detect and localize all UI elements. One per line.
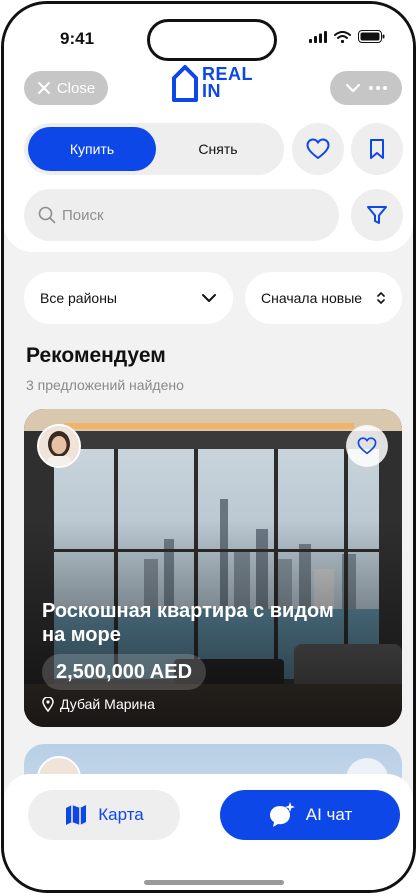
sort-select[interactable]: Сначала новые <box>245 272 402 324</box>
filter-button[interactable] <box>351 189 403 241</box>
district-value: Все районы <box>40 290 117 306</box>
wifi-icon <box>334 30 351 43</box>
close-button[interactable]: Close <box>24 71 108 105</box>
map-button[interactable]: Карта <box>28 790 180 840</box>
home-indicator <box>144 880 284 885</box>
results-count: 3 предложений найдено <box>26 377 184 393</box>
chevron-down-icon <box>202 294 216 302</box>
favorites-button[interactable] <box>292 123 344 175</box>
search-icon <box>38 206 56 224</box>
saved-button[interactable] <box>351 123 403 175</box>
home-outline-icon <box>172 65 198 102</box>
agent-photo <box>39 426 79 466</box>
close-icon <box>37 82 50 94</box>
tab-rent[interactable]: Снять <box>156 127 280 171</box>
sort-value: Сначала новые <box>261 290 363 306</box>
bookmark-icon <box>370 139 384 159</box>
listing-title: Роскошная квартира с видом на море <box>42 600 334 646</box>
map-icon <box>66 805 87 825</box>
filter-icon <box>367 206 387 224</box>
search-input[interactable]: Поиск <box>24 189 339 241</box>
more-icon <box>369 86 387 90</box>
signal-icon <box>309 30 327 43</box>
status-time: 9:41 <box>60 29 95 48</box>
ai-chat-label: AI чат <box>305 805 353 824</box>
section-title: Рекомендуем <box>26 344 166 367</box>
buy-rent-toggle: Купить Снять <box>24 123 284 175</box>
location-label: Дубай Марина <box>60 696 155 712</box>
ai-chat-icon <box>269 802 295 827</box>
listing-price: 2,500,000 AED <box>42 654 207 690</box>
tab-buy[interactable]: Купить <box>28 127 156 171</box>
status-icons <box>309 30 385 43</box>
location-pin-icon <box>42 696 54 712</box>
search-placeholder: Поиск <box>62 206 104 224</box>
chevron-down-icon <box>345 83 361 93</box>
phone-frame: 9:41 Close REAL IN Купить Снять Поиск Вс… <box>1 1 416 893</box>
listing-favorite-button[interactable] <box>346 425 388 467</box>
menu-button[interactable] <box>330 71 402 105</box>
ai-chat-button[interactable]: AI чат <box>220 790 400 840</box>
logo-text: REAL IN <box>202 64 253 101</box>
dynamic-island <box>147 19 277 61</box>
heart-icon <box>357 437 377 455</box>
battery-icon <box>358 30 385 43</box>
listing-location: Дубай Марина <box>42 696 155 712</box>
district-select[interactable]: Все районы <box>24 272 233 324</box>
listing-card[interactable]: Роскошная квартира с видом на море 2,500… <box>24 409 402 727</box>
agent-avatar[interactable] <box>37 424 81 468</box>
map-label: Карта <box>98 805 144 824</box>
heart-icon <box>306 138 330 159</box>
chevron-up-down-icon <box>377 292 385 304</box>
close-label: Close <box>56 79 96 97</box>
logo: REAL IN <box>171 64 252 102</box>
